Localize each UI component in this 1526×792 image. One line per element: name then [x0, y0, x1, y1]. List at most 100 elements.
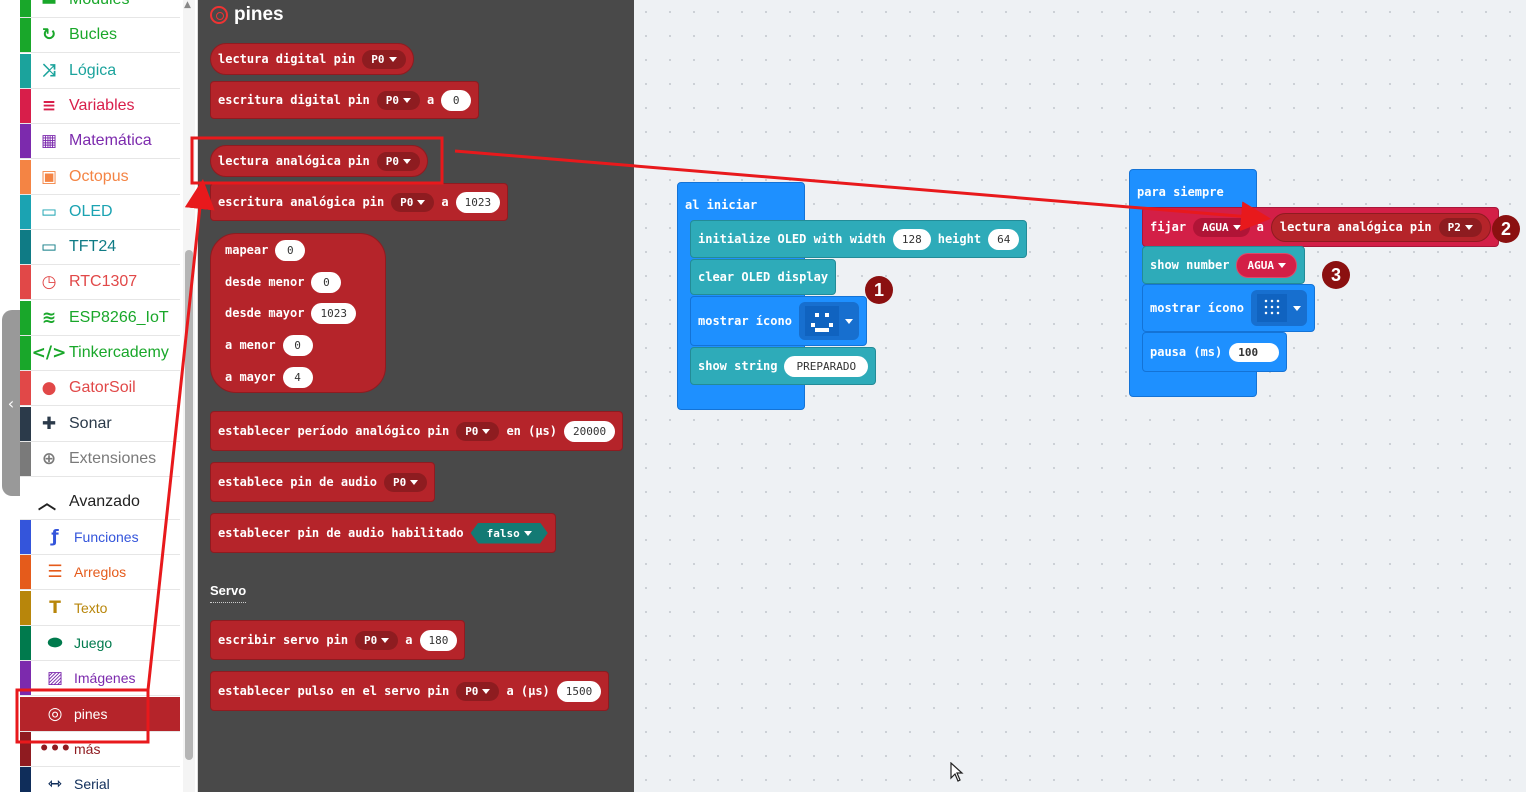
step-marker-1: 1 — [865, 276, 893, 304]
gamepad-icon: ⬬ — [47, 632, 63, 653]
oled-init-block[interactable]: initialize OLED with width 128 height 64 — [690, 220, 1028, 258]
analog-period-block[interactable]: establecer período analógico pin P0 en (… — [210, 411, 624, 451]
pin-dropdown[interactable]: P0 — [355, 630, 399, 650]
value-input[interactable]: 0 — [311, 271, 342, 293]
show-icon-block[interactable]: mostrar ícono — [1142, 284, 1315, 332]
show-string-block[interactable]: show string PREPARADO — [690, 347, 877, 385]
block-label: a — [441, 195, 449, 209]
category-color-bar — [20, 18, 31, 53]
category-texto[interactable]: T Texto — [20, 590, 180, 626]
set-variable-block[interactable]: fijar AGUA a lectura analógica pin P2 — [1142, 207, 1499, 247]
digital-read-block[interactable]: lectura digital pin P0 — [210, 43, 414, 75]
category-sonar[interactable]: ✚ Sonar — [20, 406, 180, 442]
pin-dropdown[interactable]: P0 — [456, 421, 500, 441]
category-m-s[interactable]: ••• más — [20, 731, 180, 767]
block-label: establecer pulso en el servo pin — [218, 684, 450, 698]
function-icon: ƒ — [51, 527, 59, 547]
scroll-up-icon[interactable]: ▲ — [184, 0, 191, 10]
category-juego[interactable]: ⬬ Juego — [20, 625, 180, 661]
category-modules[interactable]: ▬ Modules — [20, 0, 180, 18]
string-input[interactable]: PREPARADO — [784, 355, 869, 377]
heart-icon — [1256, 294, 1287, 322]
block-label: desde menor — [225, 275, 305, 289]
advanced-toggle[interactable]: ︿ Avanzado — [20, 485, 180, 520]
analog-write-block[interactable]: escritura analógica pin P0 a 1023 — [210, 183, 509, 221]
category-esp8266-iot[interactable]: ≋ ESP8266_IoT — [20, 300, 180, 336]
cursor-icon — [950, 762, 964, 782]
variable-dropdown[interactable]: AGUA — [1236, 252, 1297, 278]
value-input[interactable]: 180 — [419, 629, 458, 651]
category-gatorsoil[interactable]: ● GatorSoil — [20, 371, 180, 407]
value-input[interactable]: 0 — [275, 239, 306, 261]
category-matem-tica[interactable]: ▦ Matemática — [20, 124, 180, 160]
category-variables[interactable]: ≡ Variables — [20, 88, 180, 124]
block-label: clear OLED display — [698, 270, 829, 284]
show-icon-block[interactable]: mostrar ícono — [690, 296, 867, 346]
pin-dropdown[interactable]: P0 — [391, 192, 435, 212]
pin-dropdown[interactable]: P0 — [376, 90, 420, 110]
category-im-genes[interactable]: ▨ Imágenes — [20, 661, 180, 697]
text-icon: T — [49, 597, 61, 618]
category-tft24[interactable]: ▭ TFT24 — [20, 230, 180, 266]
category-extensiones[interactable]: ⊕ Extensiones — [20, 441, 180, 477]
pin-dropdown[interactable]: P0 — [383, 472, 428, 492]
category-arreglos[interactable]: ☰ Arreglos — [20, 555, 180, 591]
pin-dropdown[interactable]: P0 — [362, 49, 406, 69]
digital-write-block[interactable]: escritura digital pin P0 a 0 — [210, 81, 480, 119]
chevron-down-icon — [844, 318, 853, 324]
value-input[interactable]: 4 — [282, 366, 313, 388]
block-label: mostrar ícono — [698, 314, 792, 328]
category-label: Matemática — [69, 132, 152, 150]
pin-dropdown[interactable]: P2 — [1438, 217, 1482, 237]
scrollbar-thumb[interactable] — [185, 250, 193, 760]
icon-picker[interactable] — [798, 302, 859, 340]
category-funciones[interactable]: ƒ Funciones — [20, 520, 180, 555]
audio-enabled-block[interactable]: establecer pin de audio habilitado falso — [210, 513, 556, 553]
value-input[interactable]: 0 — [282, 334, 313, 356]
pins-icon — [210, 6, 228, 24]
category-label: Lógica — [69, 61, 117, 79]
category-l-gica[interactable]: ⤨ Lógica — [20, 53, 180, 89]
category-rtc1307[interactable]: ◷ RTC1307 — [20, 265, 180, 301]
variable-dropdown[interactable]: AGUA — [1193, 217, 1250, 237]
category-color-bar — [20, 767, 31, 792]
pin-dropdown[interactable]: P0 — [456, 681, 500, 701]
block-label: mostrar ícono — [1150, 301, 1244, 315]
category-color-bar — [20, 124, 31, 159]
servo-write-block[interactable]: escribir servo pin P0 a 180 — [210, 620, 466, 660]
block-label: lectura analógica pin — [1279, 220, 1432, 234]
servo-pulse-block[interactable]: establecer pulso en el servo pin P0 a (µ… — [210, 671, 610, 711]
block-label: height — [937, 232, 982, 246]
category-oled[interactable]: ▭ OLED — [20, 194, 180, 230]
variables-icon: ≡ — [41, 95, 57, 116]
category-serial[interactable]: ⇿ Serial — [20, 767, 180, 792]
width-input[interactable]: 128 — [892, 228, 931, 250]
map-block[interactable]: mapear 0 desde menor 0 desde mayor 1023 … — [210, 233, 386, 393]
oled-clear-block[interactable]: clear OLED display — [690, 259, 837, 295]
height-input[interactable]: 64 — [988, 228, 1020, 250]
analog-read-reporter[interactable]: lectura analógica pin P2 — [1270, 212, 1491, 242]
show-number-block[interactable]: show number AGUA — [1142, 246, 1305, 284]
analog-read-block[interactable]: lectura analógica pin P0 — [210, 145, 428, 177]
workspace-canvas[interactable]: al iniciar initialize OLED with width 12… — [634, 0, 1526, 792]
category-octopus[interactable]: ▣ Octopus — [20, 159, 180, 195]
icon-picker[interactable] — [1250, 290, 1307, 326]
value-input[interactable]: 20000 — [564, 420, 616, 442]
category-bucles[interactable]: ↻ Bucles — [20, 18, 180, 54]
value-input[interactable]: 1023 — [455, 191, 501, 213]
drop-icon: ● — [41, 378, 57, 399]
pause-dropdown[interactable]: 100 — [1229, 342, 1280, 362]
value-input[interactable]: 0 — [441, 89, 472, 111]
category-label: RTC1307 — [69, 273, 138, 291]
sidebar-scrollbar[interactable]: ▲ — [183, 0, 195, 792]
audio-pin-block[interactable]: establece pin de audio P0 — [210, 462, 436, 502]
boolean-dropdown[interactable]: falso — [470, 522, 548, 544]
value-input[interactable]: 1500 — [556, 680, 602, 702]
category-pines[interactable]: ◎ pines — [20, 696, 180, 732]
value-input[interactable]: 1023 — [311, 302, 356, 324]
category-tinkercademy[interactable]: </> Tinkercademy — [20, 336, 180, 371]
category-label: Texto — [74, 599, 108, 616]
collapse-sidebar-button[interactable]: ‹ — [2, 310, 20, 496]
pin-dropdown[interactable]: P0 — [376, 151, 420, 171]
pause-block[interactable]: pausa (ms) 100 — [1142, 332, 1288, 372]
